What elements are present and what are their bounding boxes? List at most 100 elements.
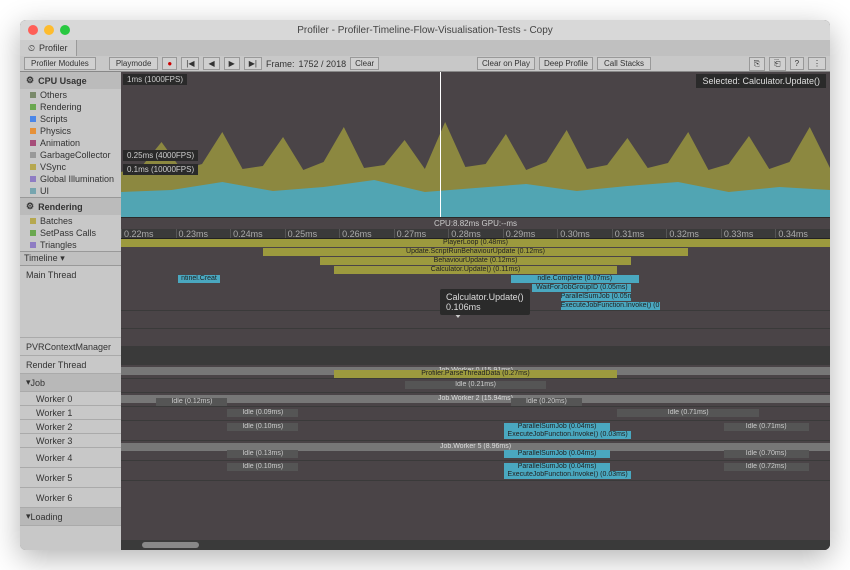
sidebar-item-global illumination[interactable]: Global Illumination: [20, 173, 121, 185]
scrollthumb[interactable]: [142, 542, 199, 548]
timeline-bar[interactable]: ParallelSumJob (0.05ms): [561, 293, 632, 301]
prev-frame-button[interactable]: |◀: [181, 57, 199, 70]
thread-main[interactable]: Main Thread: [20, 266, 121, 338]
timeline-bar[interactable]: Idle (0.72ms): [724, 463, 809, 471]
ruler-tick: 0.31ms: [612, 229, 667, 238]
sidebar-item-rendering[interactable]: Rendering: [20, 101, 121, 113]
swatch-icon: [30, 218, 36, 224]
menu-icon[interactable]: ⋮: [808, 57, 826, 70]
playhead[interactable]: [440, 72, 441, 217]
timeline-bar[interactable]: ParallelSumJob (0.04ms): [504, 450, 610, 458]
track-worker-6[interactable]: Idle (0.10ms) ParallelSumJob (0.04ms) Idle…: [121, 461, 830, 481]
timeline-scrollbar[interactable]: [121, 540, 830, 550]
time-ruler[interactable]: 0.22ms0.23ms0.24ms0.25ms0.26ms0.27ms0.28…: [121, 229, 830, 239]
close-icon[interactable]: [28, 25, 38, 35]
timeline-bar[interactable]: PlayerLoop (0.48ms): [121, 239, 830, 247]
sidebar-item-garbagecollector[interactable]: GarbageCollector: [20, 149, 121, 161]
cpu-graph[interactable]: 1ms (1000FPS) 0.25ms (4000FPS) 0.1ms (10…: [121, 72, 830, 217]
sidebar-item-triangles[interactable]: Triangles: [20, 239, 121, 251]
back-button[interactable]: ◀: [203, 57, 219, 70]
timeline-bar[interactable]: Idle (0.71ms): [724, 423, 809, 431]
thread-render[interactable]: Render Thread: [20, 356, 121, 374]
timeline-dropdown[interactable]: Timeline ▾: [20, 252, 121, 266]
sidebar: ⚙ CPU Usage OthersRenderingScriptsPhysic…: [20, 72, 121, 550]
thread-worker-5[interactable]: Worker 5: [20, 468, 121, 488]
sidebar-item-vsync[interactable]: VSync: [20, 161, 121, 173]
track-worker-4[interactable]: Idle (0.10ms) ParallelSumJob (0.04ms) Idle…: [121, 421, 830, 441]
ruler-tick: 0.34ms: [775, 229, 830, 238]
forward-button[interactable]: ▶: [224, 57, 240, 70]
track-worker-1[interactable]: Idle (0.21ms): [121, 379, 830, 393]
main-area: ⚙ CPU Usage OthersRenderingScriptsPhysic…: [20, 72, 830, 550]
sidebar-item-others[interactable]: Others: [20, 89, 121, 101]
timeline-bar[interactable]: Idle (0.09ms): [227, 409, 298, 417]
track-main[interactable]: onDelayedExecuteJobFunction.Invoke() (0.…: [121, 239, 830, 311]
thread-loading-group[interactable]: ▾ Loading: [20, 508, 121, 526]
timeline-bar[interactable]: WaitForJobGroupID (0.05ms): [532, 284, 631, 292]
rendering-header[interactable]: ⚙ Rendering: [20, 198, 121, 215]
sidebar-item-physics[interactable]: Physics: [20, 125, 121, 137]
track-worker-2[interactable]: Job.Worker 2 (15.94ms)Idle (0.12ms) Idle …: [121, 393, 830, 407]
timeline-tracks[interactable]: onDelayedExecuteJobFunction.Invoke() (0.…: [121, 239, 830, 540]
track-job-header[interactable]: [121, 347, 830, 365]
save-icon[interactable]: ⎘: [749, 57, 765, 71]
thread-worker-0[interactable]: Worker 0: [20, 392, 121, 406]
track-worker-3[interactable]: Idle (0.09ms) Idle (0.71ms): [121, 407, 830, 421]
sidebar-item-ui[interactable]: UI: [20, 185, 121, 197]
profiler-modules-dropdown[interactable]: Profiler Modules: [24, 57, 96, 70]
thread-worker-2[interactable]: Worker 2: [20, 420, 121, 434]
thread-worker-1[interactable]: Worker 1: [20, 406, 121, 420]
tabbar: ⏲ Profiler: [20, 40, 830, 56]
track-render[interactable]: [121, 329, 830, 347]
timeline-bar[interactable]: Idle (0.21ms): [405, 381, 547, 389]
timeline-bar[interactable]: ExecuteJobFunction.Invoke() (0.03ms): [504, 471, 632, 479]
clear-on-play-button[interactable]: Clear on Play: [477, 57, 535, 70]
sidebar-item-animation[interactable]: Animation: [20, 137, 121, 149]
zoom-icon[interactable]: [60, 25, 70, 35]
thread-worker-6[interactable]: Worker 6: [20, 488, 121, 508]
deep-profile-button[interactable]: Deep Profile: [539, 57, 593, 70]
timeline-bar[interactable]: Calculator.Update() (0.11ms): [334, 266, 618, 274]
clear-button[interactable]: Clear: [350, 57, 379, 70]
timeline-bar[interactable]: ExecuteJobFunction.Invoke() (0.04ms): [561, 302, 660, 310]
timeline-bar[interactable]: Idle (0.13ms): [227, 450, 298, 458]
timeline-bar[interactable]: ndle.Complete (0.07ms): [511, 275, 639, 283]
thread-job-group[interactable]: ▾ Job: [20, 374, 121, 392]
timeline-bar[interactable]: Update.ScriptRunBehaviourUpdate (0.12ms): [263, 248, 688, 256]
record-button[interactable]: ●: [162, 57, 177, 70]
timeline-bar[interactable]: Idle (0.70ms): [724, 450, 809, 458]
timeline-bar[interactable]: Idle (0.10ms): [227, 423, 298, 431]
sidebar-item-batches[interactable]: Batches: [20, 215, 121, 227]
timeline-bar[interactable]: Idle (0.10ms): [227, 463, 298, 471]
timeline-bar[interactable]: Idle (0.20ms): [511, 398, 582, 406]
timeline-bar[interactable]: ntinel.Creat: [178, 275, 221, 283]
content-area: 1ms (1000FPS) 0.25ms (4000FPS) 0.1ms (10…: [121, 72, 830, 550]
playmode-dropdown[interactable]: Playmode: [109, 57, 159, 70]
track-worker-0[interactable]: Job.Worker 0 (15.91ms)Profiler.ParseThre…: [121, 365, 830, 379]
swatch-icon: [30, 116, 36, 122]
cpu-usage-header[interactable]: ⚙ CPU Usage: [20, 72, 121, 89]
sidebar-item-setpass calls[interactable]: SetPass Calls: [20, 227, 121, 239]
thread-worker-4[interactable]: Worker 4: [20, 448, 121, 468]
thread-pvr[interactable]: PVRContextManager: [20, 338, 121, 356]
tab-profiler[interactable]: ⏲ Profiler: [20, 40, 77, 56]
call-stacks-dropdown[interactable]: Call Stacks: [597, 57, 651, 70]
graph-label-025ms: 0.25ms (4000FPS): [123, 150, 198, 161]
timeline-bar[interactable]: ExecuteJobFunction.Invoke() (0.03ms): [504, 431, 632, 439]
sidebar-item-scripts[interactable]: Scripts: [20, 113, 121, 125]
track-worker-5[interactable]: Job.Worker 5 (8.96ms)Idle (0.13ms)Parall…: [121, 441, 830, 461]
timeline-bar[interactable]: Job.Worker 2 (15.94ms): [121, 395, 830, 403]
help-icon[interactable]: ?: [790, 57, 804, 70]
timeline-bar[interactable]: Profiler.ParseThreadData (0.27ms): [334, 370, 618, 378]
timeline-bar[interactable]: ParallelSumJob (0.04ms): [504, 463, 610, 471]
frame-value: 1752 / 2018: [299, 59, 347, 69]
ruler-tick: 0.32ms: [666, 229, 721, 238]
timeline-bar[interactable]: Idle (0.71ms): [617, 409, 759, 417]
minimize-icon[interactable]: [44, 25, 54, 35]
timeline-bar[interactable]: ParallelSumJob (0.04ms): [504, 423, 610, 431]
load-icon[interactable]: ⎗: [769, 57, 785, 71]
timeline-bar[interactable]: Idle (0.12ms): [156, 398, 227, 406]
timeline-bar[interactable]: BehaviourUpdate (0.12ms): [320, 257, 632, 265]
thread-worker-3[interactable]: Worker 3: [20, 434, 121, 448]
next-frame-button[interactable]: ▶|: [244, 57, 262, 70]
